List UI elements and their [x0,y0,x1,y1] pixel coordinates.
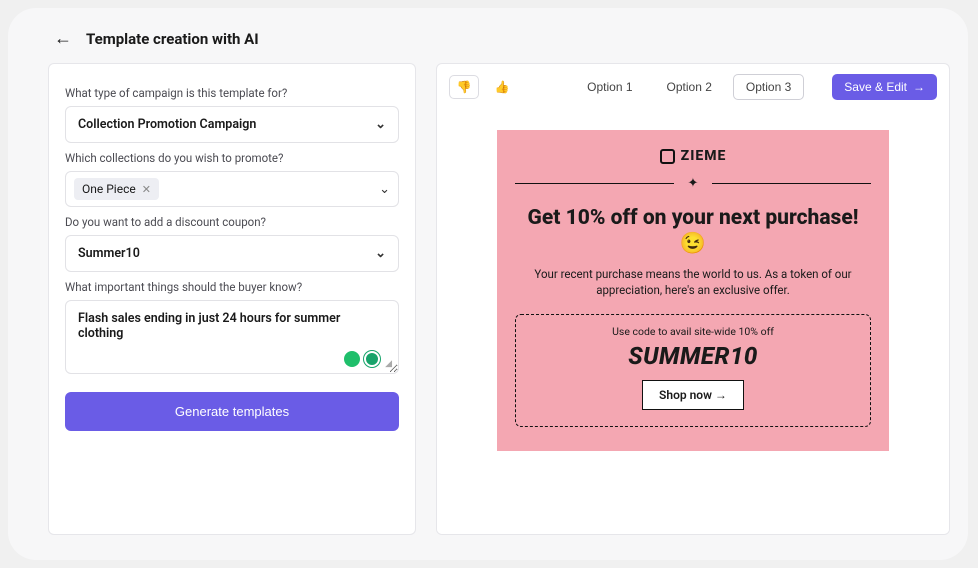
coupon-code: SUMMER10 [526,342,860,370]
brand-row: ZIEME [515,148,871,164]
save-label: Save & Edit [844,80,907,94]
notes-label: What important things should the buyer k… [65,280,399,294]
page-container: ← Template creation with AI What type of… [8,8,968,560]
preview-body[interactable]: ZIEME ✦ Get 10% off on your next purchas… [437,110,949,534]
brand-logo-icon [660,149,675,164]
back-arrow-icon[interactable]: ← [54,28,72,49]
preview-toolbar: 👎 👍 Option 1 Option 2 Option 3 Save & Ed… [437,64,949,110]
thumbs-down-button[interactable]: 👎 [449,75,479,99]
campaign-type-label: What type of campaign is this template f… [65,86,399,100]
chevron-down-icon: ⌄ [375,117,386,132]
generate-button[interactable]: Generate templates [65,392,399,431]
chevron-down-icon: ⌄ [379,182,390,197]
collection-tag-label: One Piece [82,182,136,196]
coupon-label: Do you want to add a discount coupon? [65,215,399,229]
email-subtext: Your recent purchase means the world to … [515,266,871,298]
coupon-select[interactable]: Summer10 ⌄ [65,235,399,272]
collections-select[interactable]: One Piece ✕ ⌄ [65,171,399,207]
option-2-tab[interactable]: Option 2 [654,74,725,100]
collection-tag: One Piece ✕ [74,178,159,200]
close-icon[interactable]: ✕ [142,183,151,196]
campaign-type-value: Collection Promotion Campaign [78,117,256,132]
email-card: ZIEME ✦ Get 10% off on your next purchas… [497,130,889,451]
coupon-box: Use code to avail site-wide 10% off SUMM… [515,314,871,427]
notes-textarea[interactable]: Flash sales ending in just 24 hours for … [65,300,399,374]
shop-now-button[interactable]: Shop now → [642,380,744,410]
page-header: ← Template creation with AI [26,28,950,49]
suggestion-icon[interactable] [344,351,360,367]
form-panel: What type of campaign is this template f… [48,63,416,535]
option-3-tab[interactable]: Option 3 [733,74,804,100]
option-1-tab[interactable]: Option 1 [574,74,645,100]
preview-panel: 👎 👍 Option 1 Option 2 Option 3 Save & Ed… [436,63,950,535]
columns: What type of campaign is this template f… [26,63,950,535]
thumbs-up-button[interactable]: 👍 [487,75,517,99]
coupon-instruction: Use code to avail site-wide 10% off [526,325,860,338]
collections-label: Which collections do you wish to promote… [65,151,399,165]
page-title: Template creation with AI [86,30,259,48]
brand-name: ZIEME [681,148,727,164]
arrow-right-icon: → [913,80,925,94]
chevron-down-icon: ⌄ [375,246,386,261]
divider: ✦ [515,176,871,191]
notes-value: Flash sales ending in just 24 hours for … [78,311,386,341]
email-headline: Get 10% off on your next purchase!😉 [523,205,863,258]
sparkle-icon: ✦ [688,176,699,191]
resize-handle-icon: ◢ [385,359,392,369]
campaign-type-select[interactable]: Collection Promotion Campaign ⌄ [65,106,399,143]
wink-emoji-icon: 😉 [680,232,706,256]
save-edit-button[interactable]: Save & Edit → [832,74,937,100]
assist-icons [344,351,380,367]
coupon-value: Summer10 [78,246,140,261]
grammar-icon[interactable] [364,351,380,367]
